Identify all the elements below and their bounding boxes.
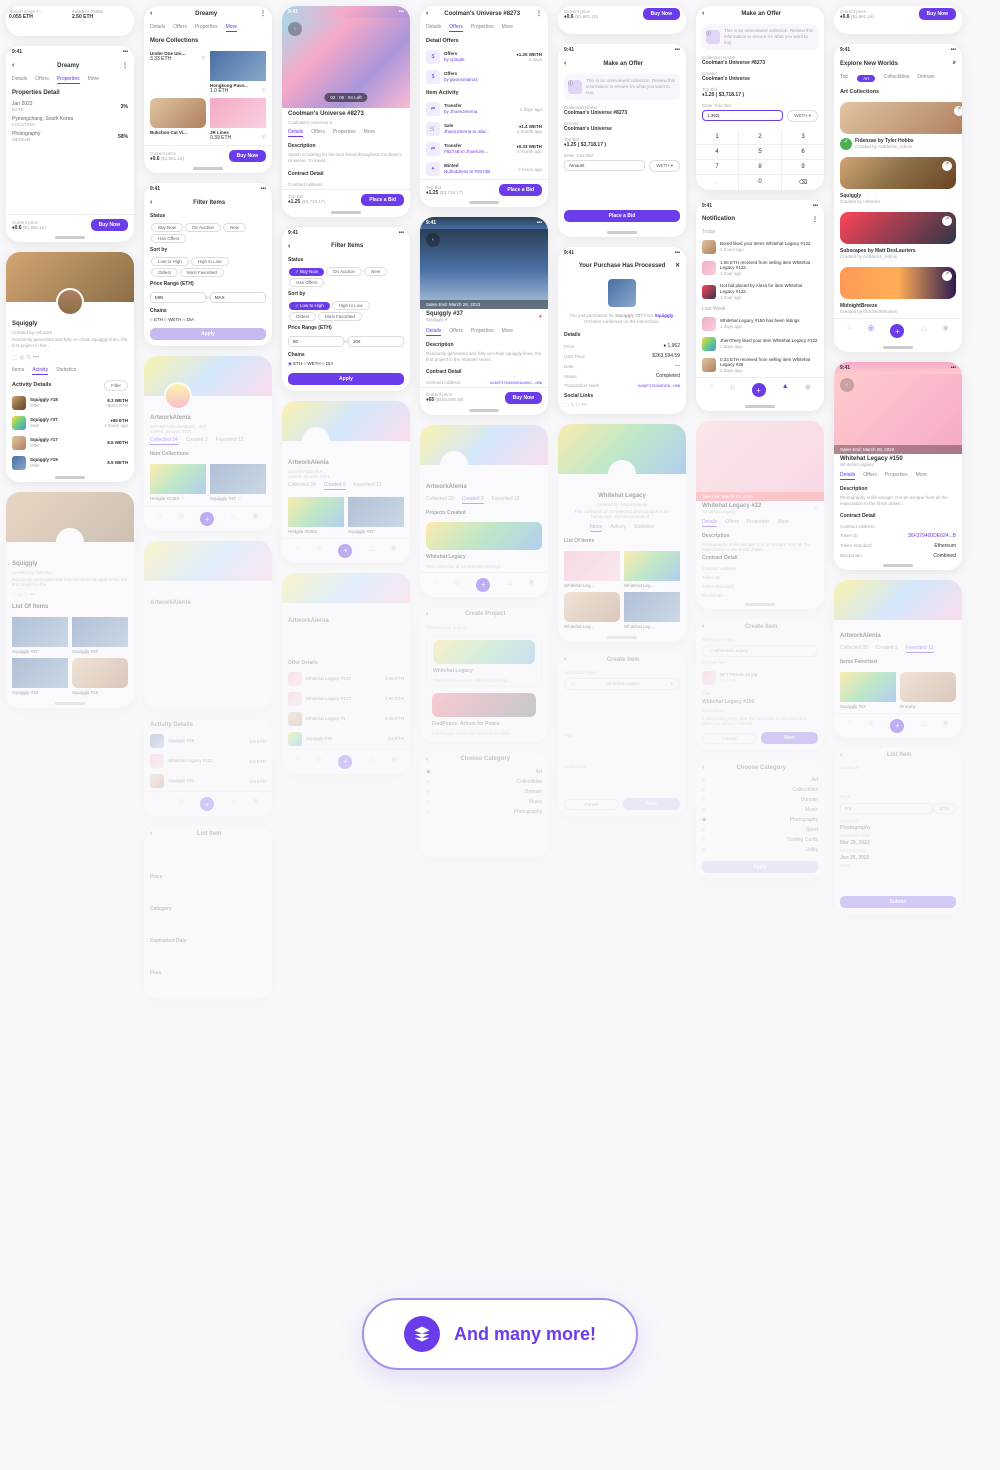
apply-button[interactable]: Apply — [288, 373, 404, 385]
buy-now-button[interactable]: Buy Now — [919, 8, 956, 20]
layers-icon — [404, 1316, 440, 1352]
dreamy-more-screen: ‹Dreamy⋮ DetailsOffersPropertiesMore Mor… — [144, 6, 272, 173]
explore-screen: 9:41••• Explore New Worlds⌕ TopArtCollec… — [834, 44, 962, 352]
nft-cards-preview: Soccer Doge #...0.055 ETH Invaders #3556… — [6, 6, 134, 36]
filter-button[interactable]: Filter — [104, 380, 128, 391]
whitehat-150-detail-screen: 9:41••• ‹ Sales End: March 28, 2022 Whit… — [834, 362, 962, 570]
filter-items-active-screen: 9:41••• ‹Filter Items Status ✓ Buy NowOn… — [282, 227, 410, 391]
numeric-keypad[interactable]: 123 456 789 .0⌫ — [696, 130, 824, 190]
more-icon[interactable]: ⋮ — [122, 62, 128, 69]
purchase-confirm-screen: 9:41••• Your Purchase Has Processed✕ You… — [558, 247, 686, 415]
price-bar: Current price♦0.6 ($1,961.16) Buy Now — [558, 6, 686, 34]
back-icon[interactable]: ‹ — [426, 233, 440, 247]
artist-activity-screen: Activity Details Squiggly #190.6 ETH Whi… — [144, 719, 272, 816]
filter-items-screen: 9:41••• ‹Filter Items Status Buy NowOn A… — [144, 183, 272, 346]
back-icon[interactable]: ‹ — [150, 199, 152, 206]
search-icon[interactable]: ⌕ — [953, 60, 956, 67]
bid-amount-input[interactable]: Amount — [564, 160, 645, 171]
create-item-screen: ‹Create Item Selected Project ⬡ Whitehat… — [558, 652, 686, 816]
share-icon[interactable]: ↗ — [942, 271, 952, 281]
notification-screen: 9:41••• Notification⋮ Today Bored liked … — [696, 200, 824, 412]
whitehat-22-detail-screen: Sale Out: March 22, 2021 Whitehat Legacy… — [696, 421, 824, 609]
coolmans-offers-screen: ‹Coolman's Universe #8273⋮ DetailsOffers… — [420, 6, 548, 207]
back-icon[interactable]: ‹ — [288, 243, 290, 250]
place-bid-button[interactable]: Place a Bid — [499, 184, 542, 196]
bid-amount-input[interactable]: 1.362| — [702, 110, 783, 121]
artist-profile-screen-2: ArtworkAlenia — [144, 541, 272, 709]
more-icon[interactable]: ⋮ — [536, 10, 542, 17]
list-item-screen: ‹List Item Price Category Expiration Dat… — [144, 826, 272, 999]
whitehat-collection-screen: Whitehat Legacy Created by ArtworkAlenia… — [558, 424, 686, 642]
more-icon[interactable]: ⋮ — [812, 216, 818, 223]
squiggly-detail-screen: 9:41••• ‹ Sales End: March 28, 2022 Squi… — [420, 217, 548, 415]
choose-category-screen: ‹Choose Category ◉Art ○Collectibles ○Dom… — [420, 752, 548, 857]
more-banner: And many more! — [362, 1298, 638, 1370]
back-icon[interactable]: ‹ — [702, 10, 704, 17]
back-icon[interactable]: ‹ — [840, 378, 854, 392]
artist-profile-screen: ArtworkAlenia 0x7e59703EofeABodo...053 J… — [144, 356, 272, 531]
back-icon[interactable]: ‹ — [12, 62, 14, 69]
more-icon[interactable]: ⋮ — [260, 10, 266, 17]
coolmans-detail-screen: 9:41••• ‹ 02 : 05 : 04 Left Coolman's Un… — [282, 6, 410, 217]
make-offer-screen: 9:41••• ‹Make an Offer ⓘThis is an unrev… — [558, 44, 686, 237]
place-bid-button[interactable]: Place a Bid — [361, 194, 404, 206]
dreamy-properties-screen: 9:41••• ‹Dreamy⋮ DetailsOffersProperties… — [6, 46, 134, 242]
back-icon[interactable]: ‹ — [288, 22, 302, 36]
compass-icon[interactable]: ◎ — [868, 324, 874, 338]
squiggly-items-screen: Squiggly Created by nshooks Randomly gen… — [6, 492, 134, 708]
place-bid-button[interactable]: Place a Bid — [564, 210, 680, 222]
back-icon[interactable]: ‹ — [150, 10, 152, 17]
create-project-screen: ‹Create Project Choose your project Whit… — [420, 607, 548, 742]
create-item-filled-screen: ‹Create Item Selected Project ⬡ Whitehat… — [696, 619, 824, 750]
choose-category-full-screen: ‹Choose Category ○Art ○Collectibles ○Dom… — [696, 760, 824, 879]
back-icon[interactable]: ‹ — [564, 60, 566, 67]
buy-now-button[interactable]: Buy Now — [643, 8, 680, 20]
price-bar-2: Current price♦0.6 ($1,961.16) Buy Now — [834, 6, 962, 34]
buy-now-button[interactable]: Buy Now — [91, 219, 128, 231]
squiggly-activity-screen: Squiggly Created by nshooks Randomly gen… — [6, 252, 134, 482]
currency-select[interactable]: WETH ▾ — [649, 160, 680, 172]
close-icon[interactable]: ✕ — [675, 262, 680, 269]
bell-icon[interactable]: ▲ — [782, 383, 789, 397]
list-item-filled-screen: ‹List Item List Price Price 0.6ETH Categ… — [834, 748, 962, 914]
make-offer-keypad-screen: ‹Make an Offer ⓘThis is an unreviewed co… — [696, 6, 824, 190]
artist-created-screen: ArtworkAlenia Collected 20Created 2Favor… — [420, 425, 548, 597]
share-icon[interactable]: ↗ — [942, 216, 952, 226]
buy-now-button[interactable]: Buy Now — [505, 392, 542, 404]
artist-offers-screen: ArtworkAlenia Offer Details Whitehat Leg… — [282, 573, 410, 774]
artist-favorited-screen: ArtworkAlenia Collected 20Created 2Favor… — [834, 580, 962, 738]
share-icon[interactable]: ↗ — [942, 161, 952, 171]
apply-button[interactable]: Apply — [150, 328, 266, 340]
back-icon[interactable]: ‹ — [426, 10, 428, 17]
artist-collected-screen: ArtworkAlenia 0x7e59703EofeA... Joined J… — [282, 401, 410, 563]
share-icon[interactable]: ↗ — [954, 106, 962, 116]
buy-now-button[interactable]: Buy Now — [229, 150, 266, 162]
